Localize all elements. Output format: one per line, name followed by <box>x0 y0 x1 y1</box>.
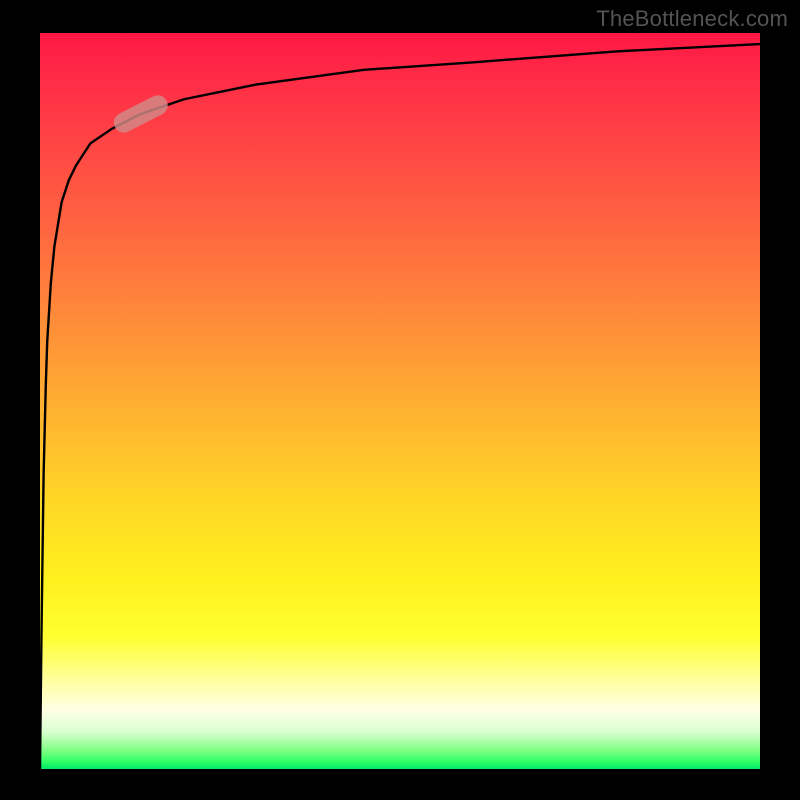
attribution-label: TheBottleneck.com <box>596 6 788 32</box>
plot-gradient-area <box>40 33 760 769</box>
chart-stage: TheBottleneck.com <box>0 0 800 800</box>
